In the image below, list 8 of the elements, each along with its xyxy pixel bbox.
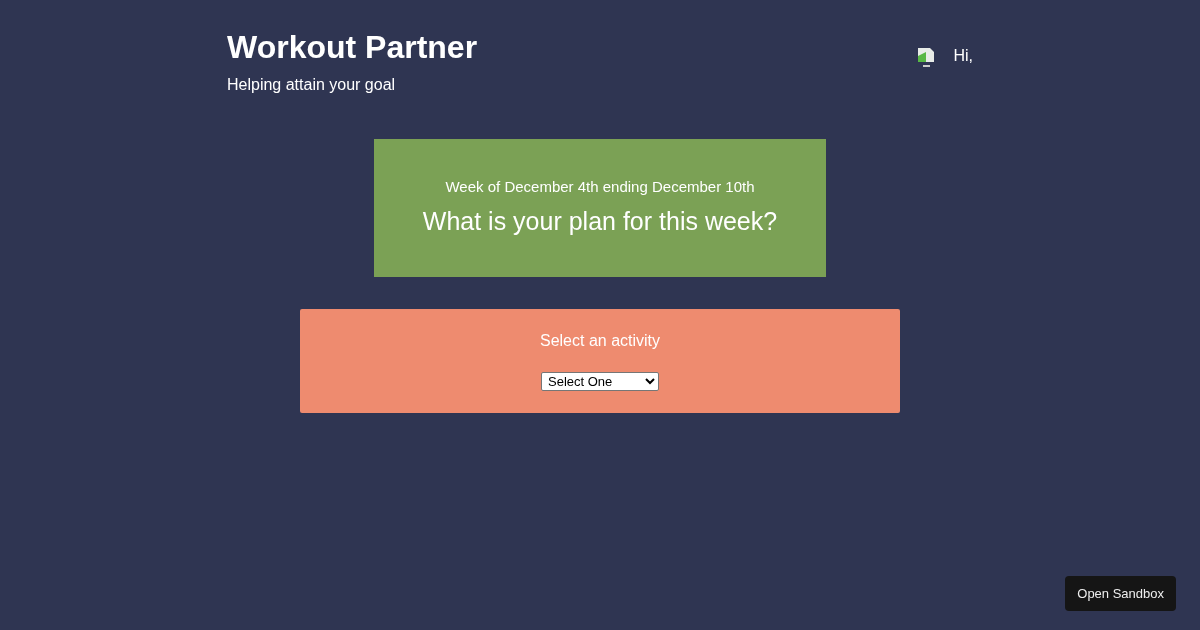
greeting-text: Hi, bbox=[953, 46, 973, 66]
activity-label: Select an activity bbox=[539, 331, 661, 352]
app-title: Workout Partner bbox=[227, 30, 478, 66]
open-sandbox-button[interactable]: Open Sandbox bbox=[1065, 575, 1176, 611]
week-dates: Week of December 4th ending December 10th bbox=[445, 177, 755, 198]
app-subtitle: Helping attain your goal bbox=[227, 75, 397, 96]
activity-select[interactable]: Select One bbox=[541, 372, 659, 392]
plan-question: What is your plan for this week? bbox=[422, 205, 778, 237]
